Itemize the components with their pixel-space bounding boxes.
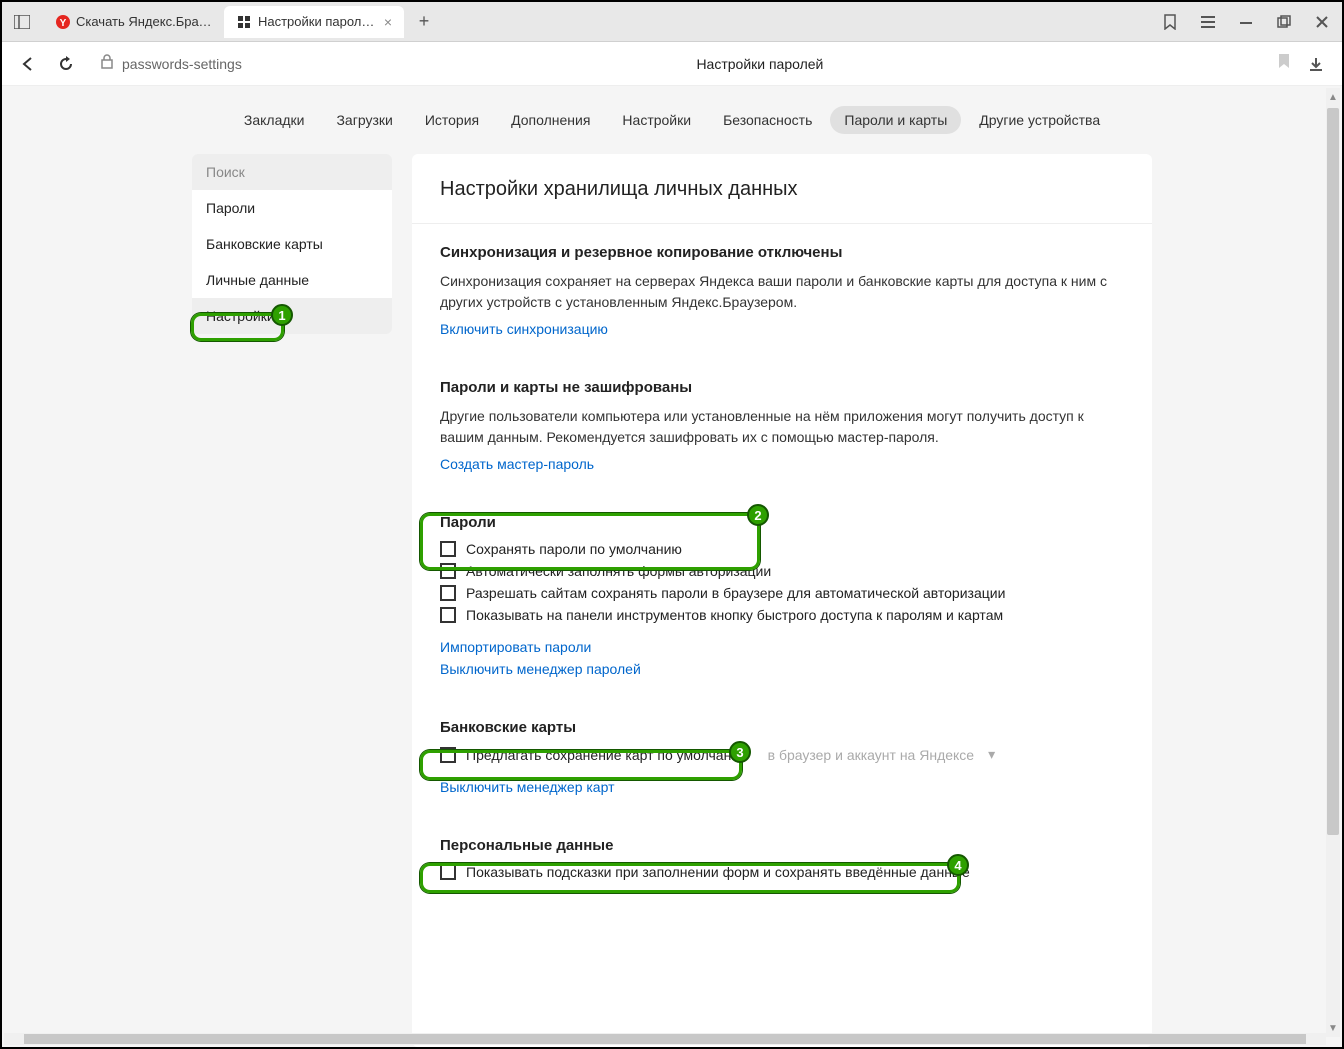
close-window-button[interactable] [1310, 10, 1334, 34]
vertical-scrollbar[interactable]: ▲ ▼ [1326, 88, 1340, 1037]
sync-heading: Синхронизация и резервное копирование от… [440, 244, 1124, 261]
tab-label: Скачать Яндекс.Браузер д [76, 14, 212, 29]
personal-heading: Персональные данные [440, 837, 1124, 854]
back-button[interactable] [16, 52, 40, 76]
section-personal: Персональные данные Показывать подсказки… [440, 837, 1124, 880]
minimize-button[interactable] [1234, 10, 1258, 34]
link-import-passwords[interactable]: Импортировать пароли [440, 639, 591, 655]
row-save-passwords: Сохранять пароли по умолчанию [440, 541, 1124, 557]
passwords-heading: Пароли [440, 514, 1124, 531]
titlebar: Y Скачать Яндекс.Браузер д Настройки пар… [2, 2, 1342, 42]
settings-fav-icon [236, 14, 252, 30]
reload-button[interactable] [54, 52, 78, 76]
topnav-history[interactable]: История [411, 106, 493, 134]
divider [412, 223, 1152, 224]
address-bar: passwords-settings Настройки паролей [2, 42, 1342, 86]
downloads-button[interactable] [1304, 52, 1328, 76]
label-save-passwords: Сохранять пароли по умолчанию [466, 541, 682, 557]
new-tab-button[interactable]: + [410, 8, 438, 36]
lock-icon [100, 53, 114, 74]
checkbox-toolbar-btn[interactable] [440, 607, 456, 623]
label-save-cards: Предлагать сохранение карт по умолчанию [466, 747, 750, 763]
row-form-hints: Показывать подсказки при заполнении форм… [440, 864, 1124, 880]
checkbox-save-cards[interactable] [440, 747, 456, 763]
label-allow-sites: Разрешать сайтам сохранять пароли в брау… [466, 585, 1005, 601]
checkbox-form-hints[interactable] [440, 864, 456, 880]
yandex-icon: Y [56, 14, 70, 30]
row-save-cards: Предлагать сохранение карт по умолчанию в… [440, 746, 1124, 763]
checkbox-autofill[interactable] [440, 563, 456, 579]
tab-1[interactable]: Настройки паролей × [224, 6, 404, 38]
sidebar-item-cards[interactable]: Банковские карты [192, 226, 392, 262]
section-cards: Банковские карты Предлагать сохранение к… [440, 719, 1124, 801]
content-area: Закладки Загрузки История Дополнения Нас… [2, 86, 1342, 1047]
topnav-devices[interactable]: Другие устройства [965, 106, 1114, 134]
link-disable-pwmgr[interactable]: Выключить менеджер паролей [440, 661, 641, 677]
topnav-settings[interactable]: Настройки [608, 106, 705, 134]
row-autofill: Автоматически заполнять формы авторизаци… [440, 563, 1124, 579]
topnav-addons[interactable]: Дополнения [497, 106, 604, 134]
scroll-up-icon[interactable]: ▲ [1326, 88, 1340, 106]
label-autofill: Автоматически заполнять формы авторизаци… [466, 563, 771, 579]
page-title-omnibox: Настройки паролей [242, 56, 1278, 72]
section-sync: Синхронизация и резервное копирование от… [440, 244, 1124, 343]
menu-icon[interactable] [1196, 10, 1220, 34]
section-passwords: Пароли Сохранять пароли по умолчанию Авт… [440, 514, 1124, 683]
sidebar-item-passwords[interactable]: Пароли [192, 190, 392, 226]
label-toolbar-btn: Показывать на панели инструментов кнопку… [466, 607, 1003, 623]
encrypt-text: Другие пользователи компьютера или устан… [440, 406, 1124, 448]
window-controls [1158, 10, 1334, 34]
omnibox[interactable]: passwords-settings Настройки паролей [92, 48, 1290, 80]
topnav-passwords[interactable]: Пароли и карты [830, 106, 961, 134]
topnav-downloads[interactable]: Загрузки [322, 106, 406, 134]
section-encrypt: Пароли и карты не зашифрованы Другие пол… [440, 379, 1124, 478]
link-create-master[interactable]: Создать мастер-пароль [440, 456, 594, 472]
settings-pane: Настройки хранилища личных данных Синхро… [412, 154, 1152, 1047]
settings-top-nav: Закладки Загрузки История Дополнения Нас… [2, 86, 1342, 154]
horizontal-scrollbar[interactable] [4, 1033, 1326, 1045]
scroll-down-icon[interactable]: ▼ [1326, 1019, 1340, 1037]
bookmark-flag-icon[interactable] [1158, 10, 1182, 34]
sync-text: Синхронизация сохраняет на серверах Янде… [440, 271, 1124, 313]
close-tab-icon[interactable]: × [384, 14, 392, 30]
url-text: passwords-settings [122, 56, 242, 72]
link-disable-cardmgr[interactable]: Выключить менеджер карт [440, 779, 614, 795]
sidebar-item-personal[interactable]: Личные данные [192, 262, 392, 298]
topnav-bookmarks[interactable]: Закладки [230, 106, 319, 134]
cards-hint[interactable]: в браузер и аккаунт на Яндексе [768, 747, 974, 763]
tab-0[interactable]: Y Скачать Яндекс.Браузер д [44, 6, 224, 38]
checkbox-allow-sites[interactable] [440, 585, 456, 601]
scroll-thumb[interactable] [1327, 108, 1339, 835]
row-toolbar-btn: Показывать на панели инструментов кнопку… [440, 607, 1124, 623]
cards-heading: Банковские карты [440, 719, 1124, 736]
page-heading: Настройки хранилища личных данных [440, 178, 1124, 201]
label-form-hints: Показывать подсказки при заполнении форм… [466, 864, 970, 880]
chevron-down-icon[interactable]: ▾ [988, 746, 995, 763]
topnav-security[interactable]: Безопасность [709, 106, 826, 134]
sidebar-item-settings[interactable]: Настройки [192, 298, 392, 334]
sidebar-search[interactable]: Поиск [192, 154, 392, 190]
maximize-button[interactable] [1272, 10, 1296, 34]
tab-label: Настройки паролей [258, 14, 376, 29]
checkbox-save-passwords[interactable] [440, 541, 456, 557]
panel-toggle-icon[interactable] [10, 10, 34, 34]
scroll-track[interactable] [1326, 108, 1340, 1017]
main-panels: Поиск Пароли Банковские карты Личные дан… [2, 154, 1342, 1047]
row-allow-sites: Разрешать сайтам сохранять пароли в брау… [440, 585, 1124, 601]
sidebar: Поиск Пароли Банковские карты Личные дан… [192, 154, 392, 334]
link-enable-sync[interactable]: Включить синхронизацию [440, 321, 608, 337]
svg-text:Y: Y [60, 18, 67, 29]
encrypt-heading: Пароли и карты не зашифрованы [440, 379, 1124, 396]
bookmark-icon[interactable] [1278, 53, 1290, 74]
hscroll-thumb[interactable] [24, 1034, 1306, 1044]
